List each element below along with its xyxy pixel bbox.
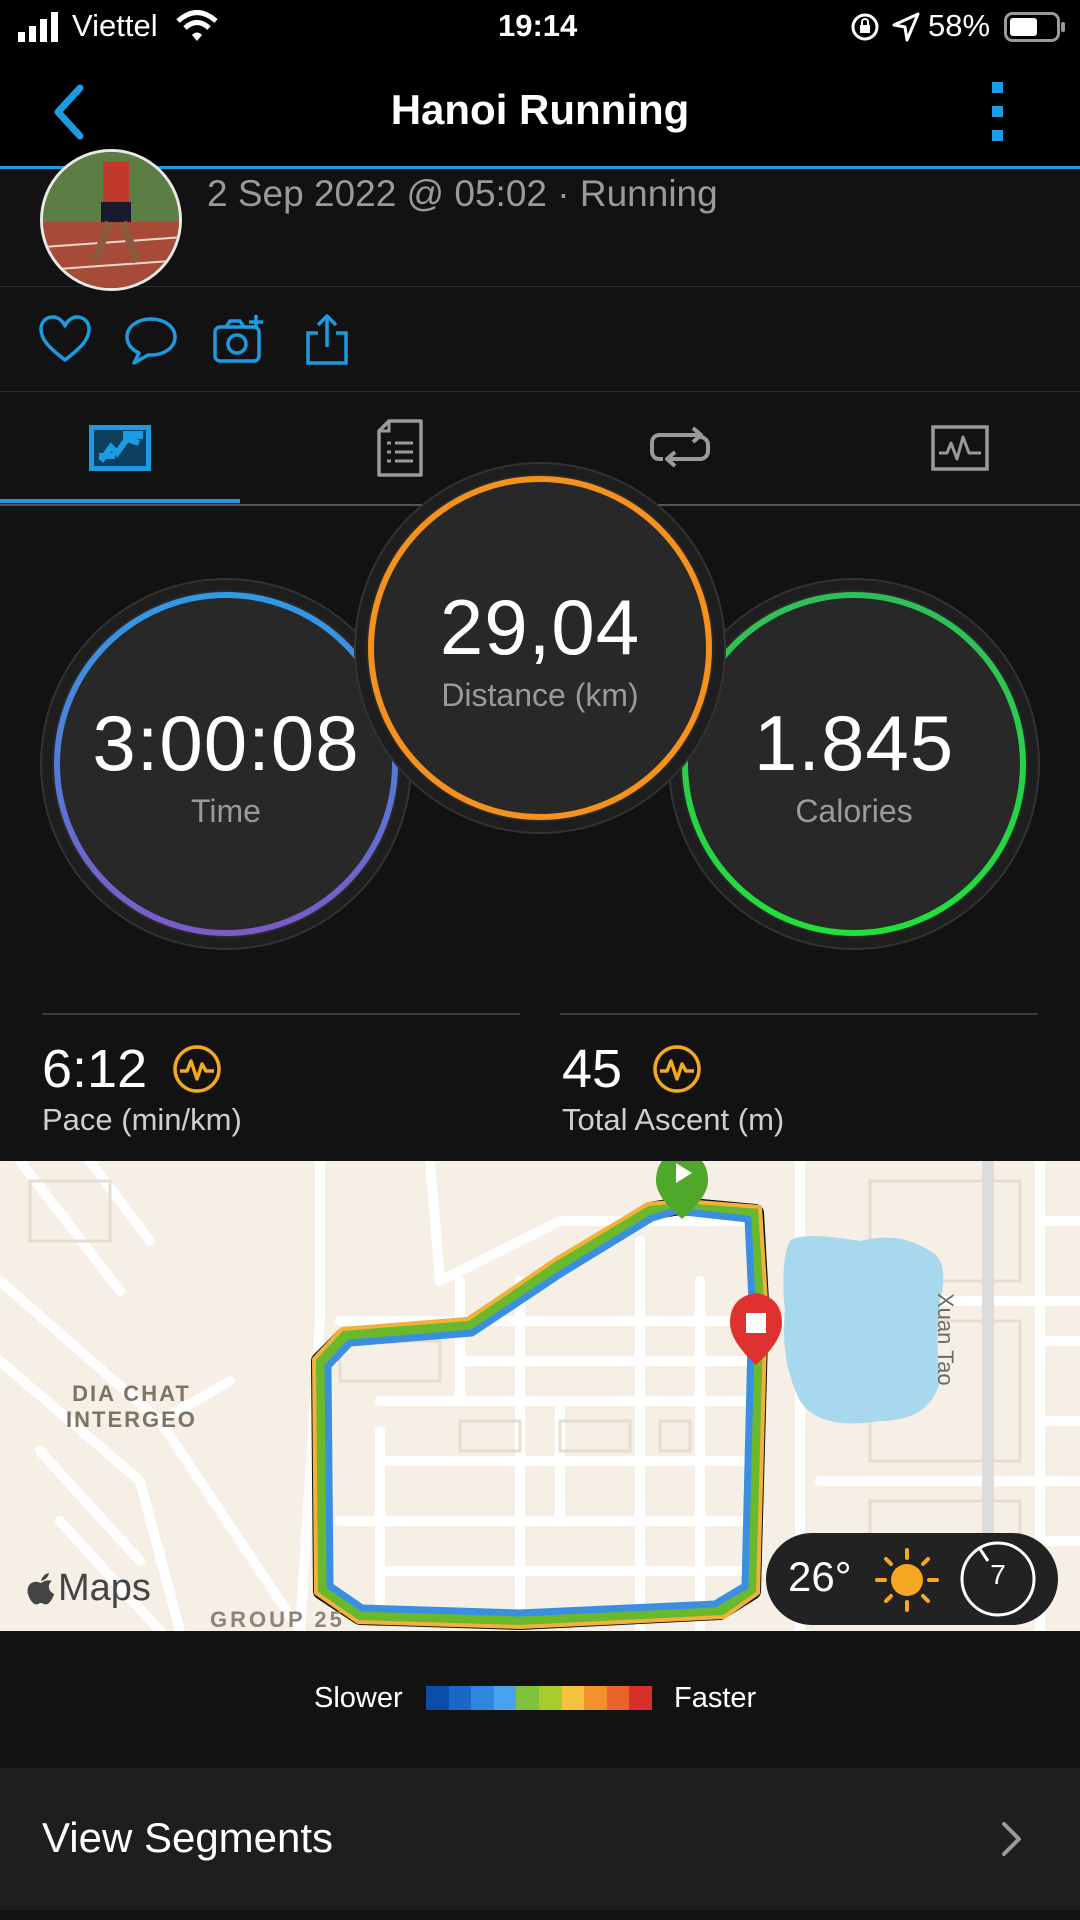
calories-circle: 1.845 Calories <box>680 590 1028 938</box>
sun-icon <box>875 1548 939 1612</box>
apple-logo-icon <box>27 1572 54 1604</box>
pace-value: 6:12 <box>42 1039 148 1099</box>
page-title: Hanoi Running <box>390 86 690 133</box>
legend-swatch <box>471 1686 494 1710</box>
top-nav-bar: Hanoi Running <box>0 60 1080 169</box>
battery-percent: 58% <box>928 8 991 43</box>
distance-value: 29,04 <box>439 583 641 671</box>
ascent-value: 45 <box>562 1039 623 1099</box>
time-circle: 3:00:08 Time <box>52 590 400 938</box>
signal-icon <box>18 12 58 42</box>
battery-icon <box>1004 12 1065 42</box>
divider <box>560 1013 1038 1015</box>
carrier-name: Viettel <box>72 8 158 43</box>
distance-label: Distance (km) <box>441 677 639 713</box>
legend-swatch <box>606 1686 630 1710</box>
ascent-label: Total Ascent (m) <box>562 1102 785 1137</box>
legend-faster-label: Faster <box>674 1682 757 1714</box>
activity-date-line: 2 Sep 2022 @ 05:02 · Running <box>207 173 718 214</box>
view-segments-row[interactable]: View Segments <box>0 1768 1080 1910</box>
document-icon <box>377 419 423 477</box>
charts-tab[interactable] <box>825 392 1080 504</box>
uv-value: 7 <box>990 1559 1006 1590</box>
calories-value: 1.845 <box>753 699 955 787</box>
time-label: Time <box>191 793 261 829</box>
map-label-area1: DIA CHAT INTERGEO <box>66 1381 197 1432</box>
wifi-icon <box>176 10 218 41</box>
pace-label: Pace (min/km) <box>42 1102 242 1137</box>
location-arrow-icon <box>892 12 920 42</box>
weather-badge[interactable]: 26° 7 <box>766 1533 1058 1625</box>
finish-marker <box>730 1293 782 1365</box>
divider <box>42 1013 520 1015</box>
legend-swatch <box>493 1686 517 1710</box>
legend-swatch <box>538 1686 562 1710</box>
legend-swatch <box>448 1686 472 1710</box>
comment-icon[interactable] <box>124 313 178 367</box>
stats-card-icon <box>89 425 151 471</box>
legend-swatch <box>426 1686 449 1710</box>
calories-label: Calories <box>795 793 913 829</box>
view-segments-label: View Segments <box>42 1814 334 1861</box>
active-tab-indicator <box>0 499 240 503</box>
stats-tab[interactable] <box>0 392 240 504</box>
map-label-street: Xuan Tao <box>933 1293 958 1386</box>
map-label-area2: GROUP 25 <box>210 1607 345 1631</box>
repeat-icon <box>650 426 710 468</box>
chevron-right-icon <box>1002 1822 1021 1856</box>
chart-icon <box>931 425 989 471</box>
runner-photo <box>43 152 179 288</box>
activity-meta: 2 Sep 2022 @ 05:02 · Running <box>0 149 1080 291</box>
pace-info-icon[interactable] <box>172 1044 222 1094</box>
rotation-lock-icon <box>851 13 879 41</box>
legend-swatch <box>561 1686 585 1710</box>
ascent-info-icon[interactable] <box>652 1044 702 1094</box>
legend-slower-label: Slower <box>314 1682 403 1714</box>
share-icon[interactable] <box>300 313 354 367</box>
status-bar: Viettel 19:14 58% <box>0 0 1080 60</box>
legend-color-scale <box>426 1686 652 1710</box>
pace-legend: Slower Faster <box>0 1632 1080 1766</box>
maps-label: Maps <box>58 1567 151 1609</box>
avatar[interactable] <box>40 149 182 291</box>
clock: 19:14 <box>498 8 578 43</box>
distance-circle: 29,04 Distance (km) <box>366 474 714 822</box>
legend-swatch <box>629 1686 652 1710</box>
time-value: 3:00:08 <box>92 699 360 787</box>
add-photo-icon[interactable] <box>212 313 266 367</box>
more-vertical-icon[interactable] <box>988 80 1008 146</box>
action-bar <box>0 287 1080 392</box>
legend-swatch <box>584 1686 607 1710</box>
legend-swatch <box>516 1686 539 1710</box>
heart-icon[interactable] <box>38 313 92 367</box>
maps-attribution[interactable]: Maps <box>26 1567 151 1610</box>
temperature: 26° <box>788 1553 852 1600</box>
